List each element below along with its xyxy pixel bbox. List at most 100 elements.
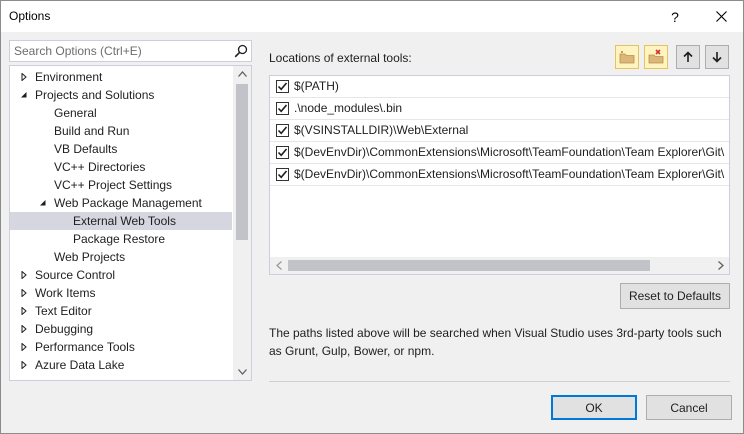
move-down-button[interactable] [705, 45, 729, 69]
row-separator [270, 185, 729, 186]
checkmark-icon [277, 82, 288, 91]
location-path: $(DevEnvDir)\CommonExtensions\Microsoft\… [294, 167, 725, 181]
tree-item-label: Work Items [35, 286, 96, 300]
divider [269, 381, 730, 382]
tree-scroll-thumb[interactable] [236, 84, 248, 240]
description-text: The paths listed above will be searched … [269, 326, 722, 358]
location-row[interactable]: $(DevEnvDir)\CommonExtensions\Microsoft\… [276, 164, 729, 184]
tree-item-label: Text Editor [35, 304, 92, 318]
tree-item-label: Build and Run [54, 124, 130, 138]
locations-label: Locations of external tools: [269, 51, 412, 65]
location-row[interactable]: $(DevEnvDir)\CommonExtensions\Microsoft\… [276, 142, 729, 162]
tree-item-label: Package Restore [73, 232, 166, 246]
tree-item-label: General [54, 106, 97, 120]
collapsed-arrow-icon[interactable] [20, 361, 28, 369]
reset-to-defaults-button[interactable]: Reset to Defaults [620, 283, 730, 309]
tree-item[interactable]: Build and Run [10, 122, 232, 140]
tree-items: Environment Projects and Solutions General… [10, 68, 232, 374]
checkmark-icon [277, 170, 288, 179]
checkmark-icon [277, 148, 288, 157]
tree-item[interactable]: General [10, 104, 232, 122]
tree-item-label: VC++ Project Settings [54, 178, 173, 192]
list-horizontal-scrollbar[interactable] [270, 257, 729, 274]
collapsed-arrow-icon[interactable] [20, 271, 28, 279]
tree-item[interactable]: Performance Tools [10, 338, 232, 356]
search-input[interactable] [10, 41, 230, 61]
list-scroll-thumb[interactable] [288, 260, 650, 271]
tree-item-label: Debugging [35, 322, 94, 336]
tree-item[interactable]: VB Defaults [10, 140, 232, 158]
new-folder-icon [619, 51, 635, 64]
tree-item[interactable]: Package Restore [10, 230, 232, 248]
help-icon: ? [671, 8, 679, 25]
tree-item[interactable]: Web Package Management [10, 194, 232, 212]
tree-item[interactable]: VC++ Directories [10, 158, 232, 176]
close-button[interactable] [699, 1, 743, 32]
tree-item-label: VB Defaults [54, 142, 118, 156]
location-checkbox[interactable] [276, 102, 289, 115]
ok-button[interactable]: OK [551, 395, 637, 420]
scroll-left-button[interactable] [270, 257, 287, 274]
close-icon [715, 11, 727, 22]
tree-item-label: External Web Tools [73, 214, 176, 228]
scroll-up-button[interactable] [233, 66, 251, 82]
tree-item-label: VC++ Directories [54, 160, 146, 174]
tree-item[interactable]: External Web Tools [10, 212, 232, 230]
cancel-button[interactable]: Cancel [646, 395, 732, 420]
tree-item[interactable]: Environment [10, 68, 232, 86]
arrow-down-icon [712, 52, 722, 63]
add-location-button[interactable] [615, 45, 639, 69]
location-checkbox[interactable] [276, 80, 289, 93]
scroll-right-button[interactable] [712, 257, 729, 274]
arrow-up-icon [683, 51, 693, 62]
location-row[interactable]: .\node_modules\.bin [276, 98, 729, 118]
remove-location-button[interactable] [644, 45, 668, 69]
tree-item[interactable]: Web Projects [10, 248, 232, 266]
expanded-arrow-icon[interactable] [20, 91, 28, 99]
location-checkbox[interactable] [276, 146, 289, 159]
search-box [9, 40, 252, 62]
collapsed-arrow-icon[interactable] [20, 73, 28, 81]
location-path: $(DevEnvDir)\CommonExtensions\Microsoft\… [294, 145, 725, 159]
tree-item[interactable]: Work Items [10, 284, 232, 302]
tree-item-label: Azure Data Lake [35, 358, 125, 372]
location-row[interactable]: $(PATH) [276, 76, 729, 96]
location-checkbox[interactable] [276, 168, 289, 181]
location-checkbox[interactable] [276, 124, 289, 137]
collapsed-arrow-icon[interactable] [20, 325, 28, 333]
options-tree: Environment Projects and Solutions General… [9, 65, 252, 381]
locations-list: $(PATH) .\node_modules\.bin $(VSINSTALLDIR… [269, 75, 730, 275]
collapsed-arrow-icon[interactable] [20, 343, 28, 351]
scroll-down-button[interactable] [233, 364, 251, 380]
chevron-down-icon [237, 369, 247, 375]
collapsed-arrow-icon[interactable] [20, 289, 28, 297]
tree-item[interactable]: VC++ Project Settings [10, 176, 232, 194]
tree-item-label: Projects and Solutions [35, 88, 155, 102]
tree-item[interactable]: Projects and Solutions [10, 86, 232, 104]
tree-item[interactable]: Azure Data Lake [10, 356, 232, 374]
options-dialog: Options ? Environment Projects and Soluti… [0, 0, 744, 434]
move-up-button[interactable] [676, 45, 700, 69]
location-path: $(PATH) [294, 79, 339, 93]
help-button[interactable]: ? [653, 1, 697, 32]
tree-item-label: Source Control [35, 268, 116, 282]
tree-item-label: Performance Tools [35, 340, 135, 354]
checkmark-icon [277, 104, 288, 113]
tree-vertical-scrollbar[interactable] [233, 66, 251, 380]
search-icon[interactable] [234, 44, 248, 58]
expanded-arrow-icon[interactable] [39, 199, 47, 207]
tree-item[interactable]: Text Editor [10, 302, 232, 320]
chevron-right-icon [717, 261, 724, 270]
collapsed-arrow-icon[interactable] [20, 307, 28, 315]
chevron-up-icon [237, 71, 247, 77]
location-path: $(VSINSTALLDIR)\Web\External [294, 123, 469, 137]
tree-item[interactable]: Debugging [10, 320, 232, 338]
checkmark-icon [277, 126, 288, 135]
location-row[interactable]: $(VSINSTALLDIR)\Web\External [276, 120, 729, 140]
title-bar: Options ? [1, 1, 743, 32]
tree-item[interactable]: Source Control [10, 266, 232, 284]
chevron-left-icon [275, 261, 282, 270]
tree-item-label: Web Projects [54, 250, 126, 264]
delete-folder-icon [648, 49, 664, 64]
window-title: Options [9, 9, 51, 23]
